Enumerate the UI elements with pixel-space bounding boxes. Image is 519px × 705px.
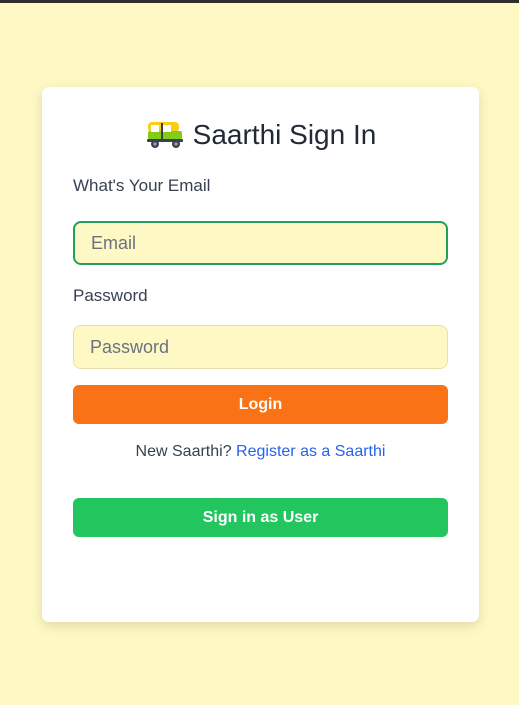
register-prompt: New Saarthi? (135, 443, 232, 460)
email-field[interactable] (73, 221, 448, 265)
login-button[interactable]: Login (73, 385, 448, 424)
register-link[interactable]: Register as a Saarthi (236, 443, 385, 460)
page-title: Saarthi Sign In (192, 119, 377, 150)
top-border (0, 0, 519, 3)
signin-card: Saarthi Sign In What's Your Email Passwo… (42, 87, 479, 622)
password-field[interactable] (73, 325, 448, 369)
email-label: What's Your Email (73, 176, 211, 195)
header: Saarthi Sign In (42, 119, 479, 151)
auto-rickshaw-icon (146, 122, 183, 148)
register-prompt-row: New Saarthi? Register as a Saarthi (42, 443, 479, 461)
sign-in-as-user-button[interactable]: Sign in as User (73, 498, 448, 537)
password-label: Password (73, 286, 148, 305)
